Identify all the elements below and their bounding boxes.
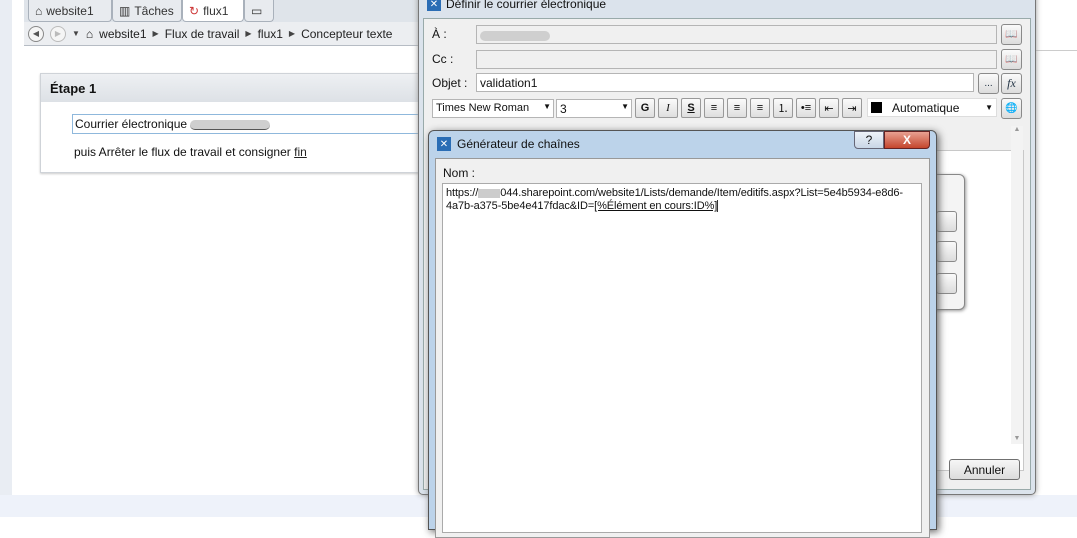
align-right-button[interactable]: ≡: [750, 98, 770, 118]
color-swatch: [871, 102, 882, 113]
subject-builder-button[interactable]: ...: [978, 73, 999, 94]
bullet-list-button[interactable]: •≡: [796, 98, 816, 118]
italic-button[interactable]: I: [658, 98, 678, 118]
breadcrumb: ◀ ▶ ▼ ⌂ website1 ▶ Flux de travail ▶ flux1…: [24, 22, 418, 46]
chevron-down-icon: ▼: [543, 102, 551, 111]
cc-label: Cc :: [432, 52, 454, 66]
chevron-right-icon: ▶: [152, 29, 159, 38]
fx-button[interactable]: [936, 241, 957, 262]
left-strip: [0, 0, 12, 495]
email-dialog-title: Définir le courrier électronique: [446, 0, 607, 11]
breadcrumb-flux-de-travail[interactable]: Flux de travail: [165, 27, 240, 41]
string-builder-title: Générateur de chaînes: [457, 137, 580, 151]
align-center-icon: ≡: [733, 102, 741, 114]
help-button[interactable]: ?: [854, 131, 884, 149]
name-textarea[interactable]: https://044.sharepoint.com/website1/List…: [442, 183, 922, 533]
bold-button[interactable]: G: [635, 98, 655, 118]
address-book-icon: 📖: [1005, 54, 1018, 65]
align-left-icon: ≡: [710, 102, 718, 114]
editor-scrollbar[interactable]: ▲ ▼: [1011, 126, 1023, 444]
subject-label: Objet :: [432, 76, 468, 90]
cancel-button[interactable]: Annuler: [949, 459, 1020, 480]
redacted-host: [478, 188, 501, 198]
font-select[interactable]: Times New Roman ▼: [432, 99, 554, 118]
size-select[interactable]: 3 ▼: [556, 99, 632, 118]
fin-link[interactable]: fin: [294, 145, 307, 159]
to-field[interactable]: [476, 25, 997, 44]
stop-action: puis Arrêter le flux de travail et consi…: [74, 145, 307, 159]
address-book-icon: 📖: [1005, 29, 1018, 40]
home-icon: ⌂: [85, 26, 94, 41]
chevron-down-icon: ▼: [621, 102, 629, 111]
step-card: Étape 1 Courrier électronique puis Arrêt…: [40, 73, 422, 173]
subject-field[interactable]: validation1: [476, 73, 974, 92]
chevron-right-icon: ▶: [245, 29, 252, 38]
align-left-button[interactable]: ≡: [704, 98, 724, 118]
indent-icon: ⇥: [847, 102, 857, 115]
tab-taches[interactable]: ▥ Tâches: [112, 0, 182, 22]
history-dropdown[interactable]: ▼: [72, 29, 80, 38]
forward-button[interactable]: ▶: [50, 25, 66, 42]
close-button[interactable]: X: [884, 131, 930, 149]
breadcrumb-website1[interactable]: website1: [99, 27, 146, 41]
fx-button[interactable]: [936, 211, 957, 232]
color-select[interactable]: Automatique ▼: [867, 98, 997, 117]
numbered-list-icon: ⒈: [777, 103, 789, 115]
tab-website1[interactable]: ⌂ website1: [28, 0, 112, 22]
home-icon: ⌂: [35, 3, 43, 18]
panel-button[interactable]: [936, 273, 957, 294]
email-action[interactable]: Courrier électronique: [72, 114, 422, 134]
back-button[interactable]: ◀: [28, 25, 44, 42]
hyperlink-button[interactable]: 🌐: [1001, 98, 1022, 119]
divider: [1036, 50, 1077, 51]
lookup-token[interactable]: [%Élément en cours:ID%]: [594, 200, 719, 212]
cc-field[interactable]: [476, 50, 997, 69]
new-tab-icon: ▭: [251, 3, 263, 18]
tab-flux1[interactable]: ↻ flux1: [182, 0, 244, 22]
outdent-button[interactable]: ⇤: [819, 98, 839, 118]
tab-bar: ⌂ website1 ▥ Tâches ↻ flux1 ▭: [24, 0, 418, 22]
cc-address-book-button[interactable]: 📖: [1001, 49, 1022, 70]
workflow-icon: ↻: [189, 3, 200, 18]
tools-icon: ✕: [437, 137, 451, 151]
align-right-icon: ≡: [756, 102, 764, 114]
name-label: Nom :: [443, 166, 476, 180]
redacted-to: [480, 30, 550, 41]
bullet-list-icon: •≡: [800, 102, 812, 114]
indent-button[interactable]: ⇥: [842, 98, 862, 118]
chevron-down-icon: ▼: [985, 103, 993, 112]
breadcrumb-concepteur-texte[interactable]: Concepteur texte: [301, 27, 392, 41]
table-icon: ▥: [119, 3, 131, 18]
new-tab-button[interactable]: ▭: [244, 0, 274, 22]
numbered-list-button[interactable]: ⒈: [773, 98, 793, 118]
to-label: À :: [432, 27, 447, 41]
chevron-right-icon: ▶: [288, 29, 296, 38]
align-center-button[interactable]: ≡: [727, 98, 747, 118]
outdent-icon: ⇤: [824, 102, 834, 115]
redacted-recipient: [190, 119, 271, 130]
address-book-button[interactable]: 📖: [1001, 24, 1022, 45]
subject-fx-button[interactable]: fx: [1001, 73, 1022, 94]
hyperlink-icon: 🌐: [1005, 103, 1018, 114]
string-builder-dialog: ✕ Générateur de chaînes ? X Nom : https:/…: [428, 130, 937, 538]
tools-icon: ✕: [427, 0, 441, 11]
step-title: Étape 1: [41, 74, 419, 102]
breadcrumb-flux1[interactable]: flux1: [258, 27, 283, 41]
underline-button[interactable]: S: [681, 98, 701, 118]
